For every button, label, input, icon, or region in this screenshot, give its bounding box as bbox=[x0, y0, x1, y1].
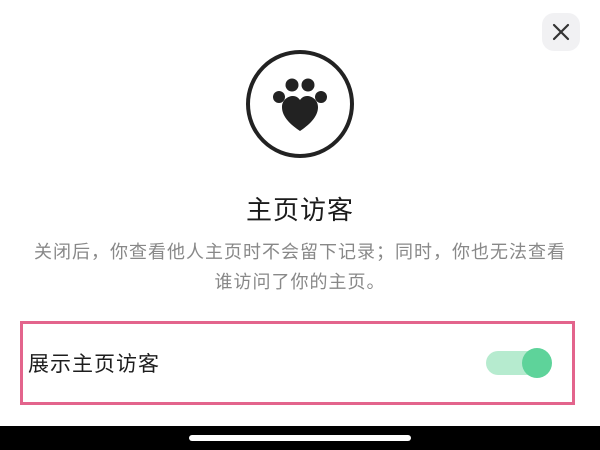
close-button[interactable] bbox=[542, 13, 580, 51]
visitor-settings-sheet: 主页访客 关闭后，你查看他人主页时不会留下记录；同时，你也无法查看谁访问了你的主… bbox=[0, 0, 600, 426]
paw-heart-icon bbox=[273, 78, 327, 131]
page-title: 主页访客 bbox=[245, 196, 354, 226]
toggle-knob bbox=[522, 348, 552, 378]
system-navigation-bar bbox=[0, 426, 600, 450]
home-indicator[interactable] bbox=[189, 435, 411, 441]
paw-badge bbox=[246, 50, 354, 158]
show-visitors-label: 展示主页访客 bbox=[28, 352, 160, 376]
show-visitors-setting-row: 展示主页访客 bbox=[20, 321, 575, 405]
show-visitors-toggle[interactable] bbox=[486, 348, 552, 378]
description-text: 关闭后，你查看他人主页时不会留下记录；同时，你也无法查看谁访问了你的主页。 bbox=[34, 242, 566, 293]
close-icon bbox=[552, 23, 570, 41]
